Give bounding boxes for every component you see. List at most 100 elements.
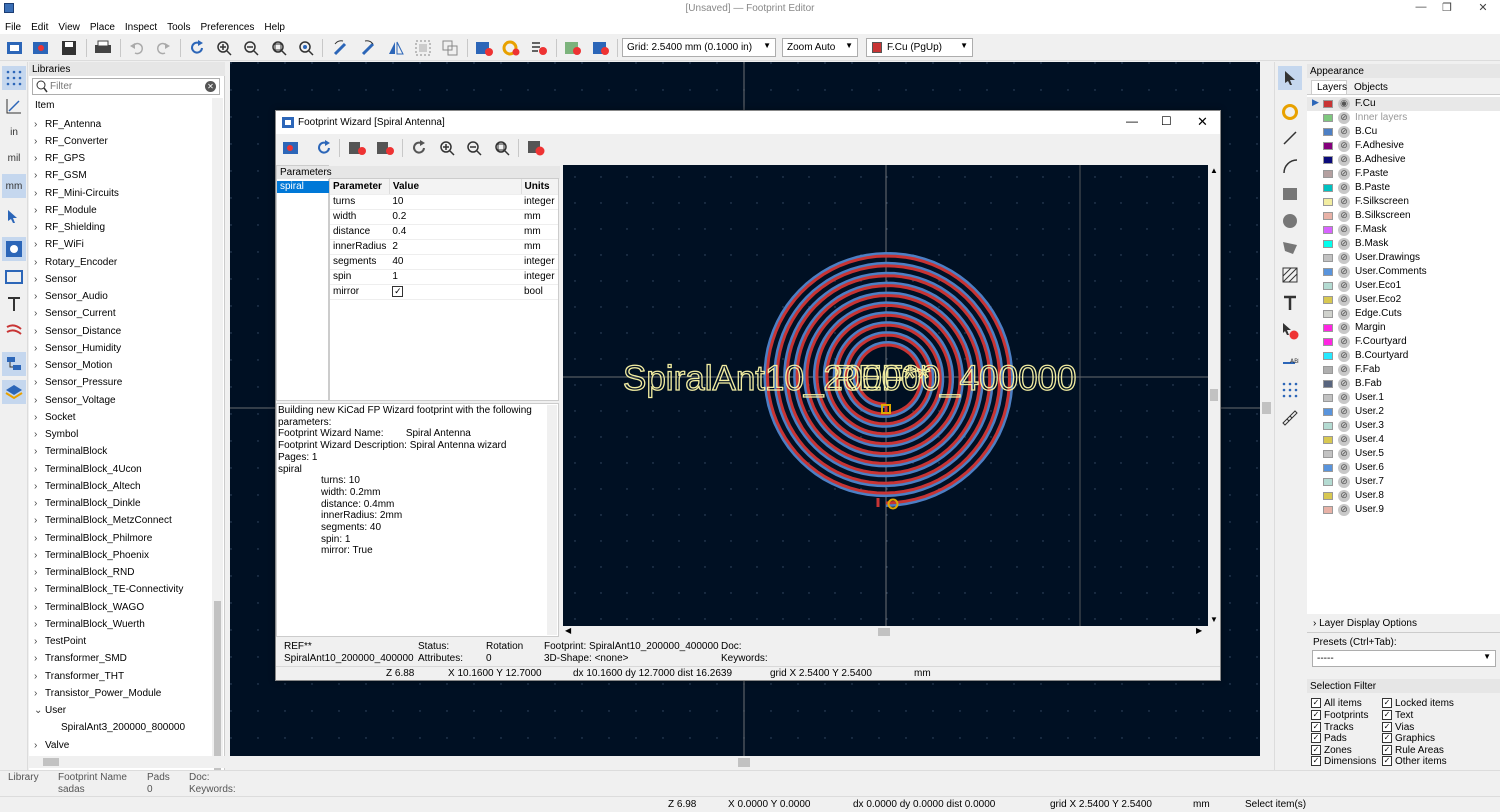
library-item[interactable]: › Sensor_Pressure (29, 374, 215, 391)
layer-row[interactable]: ⊘ User.7 (1307, 475, 1500, 489)
close-button[interactable]: ✕ (1472, 1, 1494, 15)
scrollbar-thumb[interactable] (43, 758, 59, 766)
messages-scrollbar[interactable] (547, 405, 557, 635)
visibility-hidden-icon[interactable]: ⊘ (1338, 322, 1350, 334)
visibility-hidden-icon[interactable]: ⊘ (1338, 280, 1350, 292)
layers-manager-icon[interactable] (2, 380, 26, 404)
layer-color-swatch[interactable] (1323, 254, 1333, 262)
zoom-in-icon[interactable] (213, 37, 235, 58)
library-item[interactable]: › Sensor (29, 271, 215, 288)
layer-color-swatch[interactable] (1323, 156, 1333, 164)
visibility-hidden-icon[interactable]: ⊘ (1338, 476, 1350, 488)
wizard-zoom-in-icon[interactable] (436, 137, 458, 158)
visibility-hidden-icon[interactable]: ⊘ (1338, 420, 1350, 432)
draw-rectangle-icon[interactable] (1278, 182, 1302, 206)
set-anchor-icon[interactable]: ABB (1278, 351, 1302, 375)
visibility-hidden-icon[interactable]: ⊘ (1338, 434, 1350, 446)
layer-color-swatch[interactable] (1323, 380, 1333, 388)
visibility-hidden-icon[interactable]: ⊘ (1338, 266, 1350, 278)
library-item[interactable]: › Transformer_THT (29, 668, 215, 685)
layer-row[interactable]: ⊘ User.Drawings (1307, 251, 1500, 265)
zoom-fit-icon[interactable] (268, 37, 290, 58)
pad-display-icon[interactable] (2, 237, 26, 261)
library-item[interactable]: › Rotary_Encoder (29, 254, 215, 271)
draw-polygon-icon[interactable] (1278, 236, 1302, 260)
visibility-hidden-icon[interactable]: ⊘ (1338, 294, 1350, 306)
layer-select[interactable]: F.Cu (PgUp) ▼ (866, 38, 973, 57)
visibility-eye-icon[interactable]: ◉ (1338, 98, 1350, 110)
layer-row[interactable]: ⊘ User.8 (1307, 489, 1500, 503)
library-item[interactable]: › TerminalBlock_MetzConnect (29, 512, 215, 529)
load-from-board-icon[interactable] (562, 37, 584, 58)
maximize-button[interactable]: ❐ (1436, 1, 1458, 15)
menu-help[interactable]: Help (259, 19, 290, 33)
library-item[interactable]: › Transformer_SMD (29, 650, 215, 667)
library-item[interactable]: › Sensor_Humidity (29, 340, 215, 357)
library-item[interactable]: › TerminalBlock_WAGO (29, 599, 215, 616)
dialog-close-button[interactable]: ✕ (1197, 114, 1208, 130)
wizard-zoom-fit-icon[interactable] (491, 137, 513, 158)
library-item[interactable]: › Transistor_Power_Module (29, 685, 215, 702)
visibility-hidden-icon[interactable]: ⊘ (1338, 210, 1350, 222)
layer-color-swatch[interactable] (1323, 282, 1333, 290)
menu-edit[interactable]: Edit (26, 19, 53, 33)
library-scrollbar[interactable] (212, 98, 223, 771)
visibility-hidden-icon[interactable]: ⊘ (1338, 490, 1350, 502)
filter-pads[interactable]: ✓ Pads (1311, 732, 1347, 744)
units-mm-button[interactable]: mm (2, 174, 26, 198)
wizard-refresh-icon[interactable] (408, 137, 430, 158)
visibility-hidden-icon[interactable]: ⊘ (1338, 350, 1350, 362)
layer-color-swatch[interactable] (1323, 128, 1333, 136)
filter-locked-items[interactable]: ✓ Locked items (1382, 697, 1454, 709)
filter-other-items[interactable]: ✓ Other items (1382, 755, 1447, 767)
preview-hscrollbar[interactable]: ◀ ▶ (563, 626, 1208, 638)
layer-row[interactable]: ⊘ User.4 (1307, 433, 1500, 447)
visibility-hidden-icon[interactable]: ⊘ (1338, 462, 1350, 474)
measure-icon[interactable] (1278, 406, 1302, 430)
library-item[interactable]: › RF_Shielding (29, 219, 215, 236)
visibility-hidden-icon[interactable]: ⊘ (1338, 154, 1350, 166)
layer-row[interactable]: ⊘ User.9 (1307, 503, 1500, 517)
page-item-spiral[interactable]: spiral (277, 181, 329, 193)
layer-color-swatch[interactable] (1323, 142, 1333, 150)
layer-color-swatch[interactable] (1323, 170, 1333, 178)
layer-row[interactable]: ⊘ User.6 (1307, 461, 1500, 475)
next-page-icon[interactable] (374, 137, 396, 158)
filter-footprints[interactable]: ✓ Footprints (1311, 709, 1368, 721)
visibility-hidden-icon[interactable]: ⊘ (1338, 112, 1350, 124)
menu-view[interactable]: View (53, 19, 85, 33)
grid-toggle-icon[interactable] (2, 66, 26, 90)
visibility-hidden-icon[interactable]: ⊘ (1338, 126, 1350, 138)
refresh-icon[interactable] (186, 37, 208, 58)
layer-row[interactable]: ⊘ F.Mask (1307, 223, 1500, 237)
rotate-ccw-icon[interactable] (329, 37, 351, 58)
param-value-cell[interactable]: 0.4 (389, 224, 521, 240)
tab-objects[interactable]: Objects (1349, 81, 1389, 94)
layer-color-swatch[interactable] (1323, 268, 1333, 276)
param-value-cell[interactable]: 2 (389, 239, 521, 255)
library-item[interactable]: › RF_Converter (29, 133, 215, 150)
visibility-hidden-icon[interactable]: ⊘ (1338, 448, 1350, 460)
layer-color-swatch[interactable] (1323, 366, 1333, 374)
chevron-right-icon[interactable]: ▶ (1196, 626, 1202, 635)
delete-tool-icon[interactable] (1278, 319, 1302, 343)
library-item[interactable]: › RF_Module (29, 202, 215, 219)
layer-color-swatch[interactable] (1323, 450, 1333, 458)
layer-row[interactable]: ⊘ Margin (1307, 321, 1500, 335)
polar-coords-icon[interactable] (2, 94, 26, 118)
chevron-down-icon[interactable]: ▼ (1210, 615, 1218, 624)
visibility-hidden-icon[interactable]: ⊘ (1338, 238, 1350, 250)
library-item[interactable]: › TerminalBlock_Phoenix (29, 547, 215, 564)
library-item[interactable]: › Symbol (29, 426, 215, 443)
filter-graphics[interactable]: ✓ Graphics (1382, 732, 1435, 744)
draw-circle-icon[interactable] (1278, 209, 1302, 233)
layer-color-swatch[interactable] (1323, 296, 1333, 304)
select-wizard-icon[interactable] (280, 137, 302, 158)
library-item[interactable]: › RF_GSM (29, 167, 215, 184)
graphics-outline-icon[interactable] (2, 264, 26, 288)
layer-row[interactable]: ⊘ User.Comments (1307, 265, 1500, 279)
dialog-minimize-button[interactable]: — (1126, 114, 1138, 128)
layer-color-swatch[interactable] (1323, 226, 1333, 234)
print-icon[interactable] (92, 37, 114, 58)
library-item[interactable]: › TerminalBlock_Philmore (29, 530, 215, 547)
